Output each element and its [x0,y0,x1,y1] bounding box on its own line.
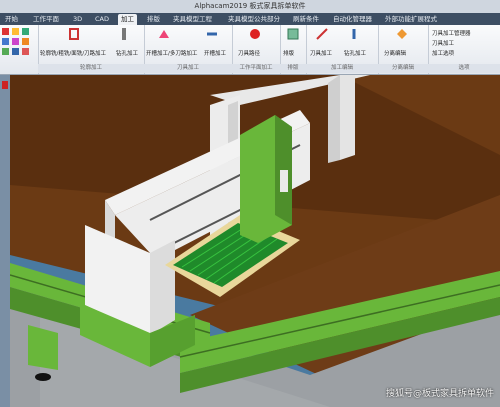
drill-edit-icon [352,29,356,39]
tab-automation[interactable]: 自动化管理器 [330,14,375,25]
ribbon-group-contour: 轮廓铣/粗铣/面铣/刀路加工 钻孔加工 轮廓加工 [38,25,145,74]
groove-multi-button[interactable]: 开槽加工/多刀路加工 [146,49,197,57]
spindle-label-plate [280,170,288,192]
group-label-tool: 刀具加工 [144,64,232,73]
ribbon-group-options: 刀具加工管理器 刀具加工 加工选项 选项 [428,25,500,74]
toolpath-icon [250,29,260,39]
red-marker-icon [2,81,8,89]
ribbon-tab-bar: 开始 工作平面 3D CAD 加工 排版 夹具模型工程 夹具模型公共部分 刷新条… [0,13,500,25]
slot-icon [207,32,217,36]
group-label-workplane: 工作平面加工 [232,64,280,73]
split-edit-button[interactable]: 分离编辑 [384,49,406,57]
window-title: Alphacam2019 板式家具拆单软件 [0,0,500,13]
groove-icon [159,30,169,38]
machining-options-button[interactable]: 加工选项 [432,49,454,57]
group-label-nesting: 排版 [280,64,306,73]
tab-fixture-common[interactable]: 夹具模型公共部分 [225,14,283,25]
tool-machining-option-button[interactable]: 刀具加工 [432,39,454,47]
ribbon-group-split: 分离编辑 分离编辑 [378,25,429,74]
tab-workplane[interactable]: 工作平面 [30,14,62,25]
ribbon-group-nesting: 排版 排版 [280,25,307,74]
3d-viewport[interactable] [10,75,500,407]
contour-mill-icon [69,28,79,40]
tab-fixture-project[interactable]: 夹具模型工程 [170,14,215,25]
contour-mill-button[interactable]: 轮廓铣/粗铣/面铣/刀路加工 [40,49,106,57]
drill-icon [122,28,126,40]
tool-machining-button[interactable]: 刀具加工 [310,49,332,57]
watermark: 搜狐号@板式家具拆单软件 [385,389,494,399]
tab-cad[interactable]: CAD [92,14,112,25]
nesting-icon [287,28,299,40]
tab-3d[interactable]: 3D [70,14,85,25]
right-gantry-leg-side [328,75,340,163]
tab-refresh[interactable]: 刷新条件 [290,14,322,25]
ribbon-group-edit: 刀具加工 钻孔加工 加工编辑 [306,25,379,74]
tool-manager-button[interactable]: 刀具加工管理器 [432,29,471,37]
nesting-button[interactable]: 排版 [283,49,294,57]
tab-nesting[interactable]: 排版 [144,14,163,25]
left-gantry-leg-side [150,240,175,335]
leveling-pad [35,373,51,381]
ribbon-group-tool: 开槽加工/多刀路加工 开槽加工 刀具加工 [144,25,233,74]
group-label-split: 分离编辑 [378,64,428,73]
tab-extensions[interactable]: 外部功能扩展程式 [382,14,440,25]
quick-tools-group [0,25,39,74]
left-tool-strip[interactable] [0,75,10,407]
group-label-contour: 轮廓加工 [38,64,144,73]
tab-machining[interactable]: 加工 [118,14,137,25]
toolpath-button[interactable]: 刀具路径 [238,49,260,57]
tab-start[interactable]: 开始 [2,14,21,25]
drill-edit-button[interactable]: 钻孔加工 [344,49,366,57]
right-gantry-leg [340,75,355,160]
drill-button[interactable]: 钻孔加工 [116,49,138,57]
quick-tools-icons[interactable] [1,27,37,65]
group-label-options: 选项 [428,64,500,73]
ribbon-group-workplane: 刀具路径 工作平面加工 [232,25,281,74]
ribbon-panel: 轮廓铣/粗铣/面铣/刀路加工 钻孔加工 轮廓加工 开槽加工/多刀路加工 开槽加工… [0,25,500,75]
slot-button[interactable]: 开槽加工 [204,49,226,57]
group-label-edit: 加工编辑 [306,64,378,73]
tool-machining-icon [316,28,328,40]
split-edit-icon [397,29,407,39]
